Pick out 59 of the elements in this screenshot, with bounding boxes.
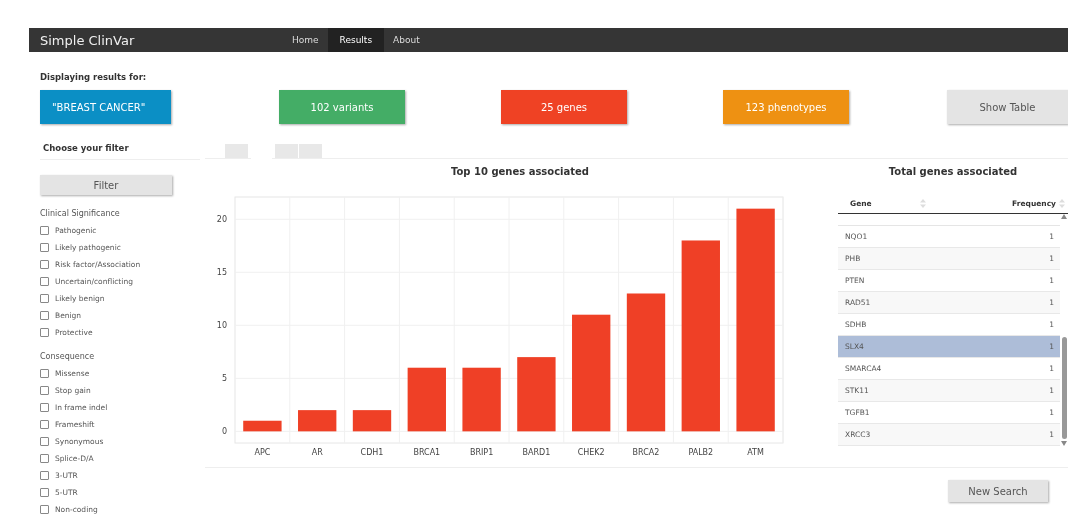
x-tick-label: PALB2 <box>688 448 714 457</box>
nav-link[interactable]: Results <box>327 28 385 52</box>
count-box: 102 variants <box>279 90 405 124</box>
checkbox[interactable] <box>40 488 49 497</box>
checkbox[interactable] <box>40 294 49 303</box>
y-tick-label: 10 <box>216 321 227 331</box>
checkbox[interactable] <box>40 471 49 480</box>
x-tick-label: BRCA2 <box>632 448 660 457</box>
filter-group-title: Clinical Significance <box>40 209 121 220</box>
x-tick-label: CDH1 <box>360 448 384 457</box>
checkbox[interactable] <box>40 505 49 514</box>
x-tick-label: BRIP1 <box>469 448 494 457</box>
y-tick-label: 20 <box>216 215 227 225</box>
bar[interactable] <box>626 293 666 432</box>
checkbox[interactable] <box>40 260 49 269</box>
bar[interactable] <box>298 410 337 432</box>
bar[interactable] <box>681 240 720 432</box>
x-tick-label: APC <box>254 448 271 457</box>
scroll-up-icon[interactable] <box>1061 214 1067 219</box>
filter-button[interactable]: Filter <box>40 175 172 195</box>
query-box: "BREAST CANCER" <box>40 90 171 124</box>
x-tick-label: CHEK2 <box>577 448 605 457</box>
bar[interactable] <box>243 420 282 432</box>
checkbox[interactable] <box>40 311 49 320</box>
checkbox[interactable] <box>40 243 49 252</box>
checkbox[interactable] <box>40 420 49 429</box>
app-title[interactable]: Simple ClinVar <box>40 32 283 48</box>
chart-title: Top 10 genes associated <box>450 166 590 179</box>
results-heading: Displaying results for: <box>40 72 148 82</box>
y-tick-label: 15 <box>216 268 227 278</box>
filter-group-title: Consequence <box>40 352 96 363</box>
y-tick-label: 5 <box>221 374 227 384</box>
checkbox[interactable] <box>40 403 49 412</box>
y-tick-label: 0 <box>221 427 227 437</box>
x-tick-label: AR <box>311 448 323 457</box>
x-tick-label: ATM <box>747 448 764 457</box>
scrollbar-thumb[interactable] <box>1061 337 1067 439</box>
count-box: 123 phenotypes <box>723 90 849 124</box>
scroll-down-icon[interactable] <box>1061 441 1067 446</box>
bar[interactable] <box>572 314 611 432</box>
bar[interactable] <box>462 367 501 432</box>
nav-link[interactable]: About <box>384 28 429 52</box>
checkbox[interactable] <box>40 437 49 446</box>
checkbox[interactable] <box>40 454 49 463</box>
x-tick-label: BARD1 <box>522 448 551 457</box>
show-table-button[interactable]: Show Table <box>947 90 1068 124</box>
checkbox[interactable] <box>40 369 49 378</box>
filter-title: Choose your filter <box>40 143 200 160</box>
checkbox[interactable] <box>40 226 49 235</box>
bar[interactable] <box>352 410 392 432</box>
checkbox[interactable] <box>40 386 49 395</box>
table-title: Total genes associated <box>887 166 1019 179</box>
bar[interactable] <box>407 367 446 432</box>
count-box: 25 genes <box>501 90 627 124</box>
nav-link[interactable]: Home <box>283 28 328 52</box>
checkbox[interactable] <box>40 277 49 286</box>
new-search-button[interactable]: New Search <box>948 480 1048 502</box>
checkbox[interactable] <box>40 328 49 337</box>
x-tick-label: BRCA1 <box>413 448 441 457</box>
